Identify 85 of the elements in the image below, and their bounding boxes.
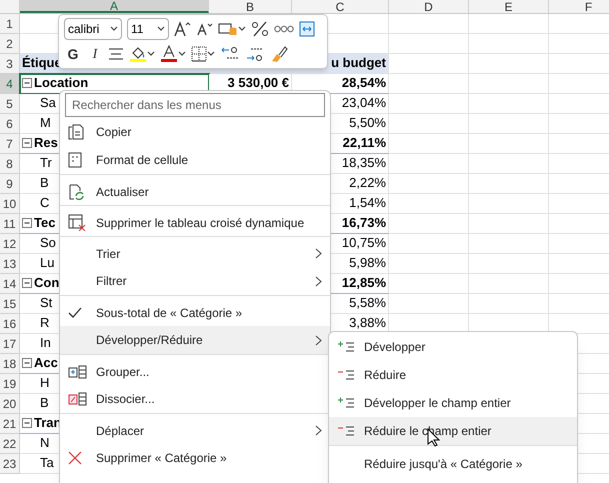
submenu-item[interactable]: Développer le champ entier [329, 389, 577, 417]
cell-text: Res [34, 135, 58, 150]
delete-table-icon [68, 214, 86, 231]
shrink-font-icon[interactable] [197, 22, 213, 36]
collapse-icon[interactable] [22, 358, 32, 368]
row-header[interactable]: 23 [0, 454, 20, 474]
row-header[interactable]: 1 [0, 14, 20, 34]
chevron-right-icon [315, 425, 322, 436]
caret-icon[interactable] [238, 26, 246, 32]
chevron-right-icon [315, 248, 322, 259]
font-dropdown[interactable]: calibri [64, 18, 122, 40]
caret-icon[interactable] [207, 51, 215, 57]
menu-item[interactable]: Actualiser [60, 174, 330, 205]
caret-icon[interactable] [178, 51, 186, 57]
cell-styles-icon[interactable] [218, 22, 238, 36]
column-header[interactable]: A [20, 0, 209, 13]
row-header[interactable]: 12 [0, 234, 20, 254]
row-header[interactable]: 8 [0, 154, 20, 174]
cell-text: Location [34, 75, 88, 90]
font-size-dropdown[interactable]: 11 [127, 18, 169, 40]
thousands-separator-icon[interactable] [274, 24, 294, 34]
collapse-icon[interactable] [22, 278, 32, 288]
font-color-icon[interactable] [160, 45, 178, 63]
caret-icon[interactable] [157, 26, 165, 32]
chevron-right-icon [315, 276, 322, 286]
row-header[interactable]: 4 [0, 74, 20, 94]
submenu-item[interactable]: Réduire jusqu'à « Catégorie » [329, 445, 577, 477]
cell-text: Acc [34, 355, 58, 370]
group-icon [68, 364, 88, 378]
collapse-icon[interactable] [22, 138, 32, 148]
borders-icon[interactable] [191, 46, 207, 62]
row-header[interactable]: 17 [0, 334, 20, 354]
expand-outline-icon [337, 397, 355, 409]
submenu-item[interactable]: Développer [329, 333, 577, 361]
row-header[interactable]: 14 [0, 274, 20, 294]
row-header[interactable]: 15 [0, 294, 20, 314]
increase-decimal-icon[interactable] [245, 46, 265, 62]
menu-item[interactable]: Développer/Réduire [60, 326, 330, 354]
row-header[interactable]: 19 [0, 374, 20, 394]
collapse-icon[interactable] [22, 218, 32, 228]
caret-icon[interactable] [147, 51, 155, 57]
row-header[interactable]: 5 [0, 94, 20, 114]
grow-font-icon[interactable] [174, 21, 192, 37]
row-header[interactable]: 9 [0, 174, 20, 194]
row-header[interactable]: 2 [0, 34, 20, 54]
fill-color-icon[interactable] [129, 45, 147, 63]
cell-text: Tec [34, 215, 56, 230]
row-header[interactable]: 11 [0, 214, 20, 234]
column-header[interactable]: D [389, 0, 469, 13]
column-header[interactable]: E [469, 0, 549, 13]
expand-outline-icon [337, 341, 355, 353]
format-painter-icon[interactable] [270, 45, 288, 63]
chevron-right-icon [315, 334, 322, 346]
row-header[interactable]: 10 [0, 194, 20, 214]
menu-item[interactable]: Trier [60, 236, 330, 267]
column-header[interactable]: B [209, 0, 292, 13]
row-header[interactable]: 13 [0, 254, 20, 274]
row-header[interactable]: 6 [0, 114, 20, 134]
row-header[interactable]: 21 [0, 414, 20, 434]
collapse-icon[interactable] [22, 78, 32, 88]
submenu-item[interactable]: Réduire [329, 361, 577, 389]
collapse-outline-icon [337, 369, 355, 381]
row-header[interactable]: 3 [0, 54, 20, 74]
menu-item[interactable]: Supprimer le tableau croisé dynamique [60, 205, 330, 236]
row-header[interactable]: 18 [0, 354, 20, 374]
row-header[interactable]: 7 [0, 134, 20, 154]
row-header[interactable]: 20 [0, 394, 20, 414]
row-header[interactable]: 22 [0, 434, 20, 454]
search-field[interactable]: Rechercher dans les menus [65, 93, 325, 117]
column-header[interactable]: F [549, 0, 609, 13]
collapse-icon[interactable] [22, 418, 32, 428]
close-icon [68, 451, 82, 465]
row-header[interactable]: 16 [0, 314, 20, 334]
ungroup-icon [68, 392, 88, 406]
percent-icon[interactable] [251, 21, 269, 37]
cell-text: Con [34, 275, 60, 290]
align-center-icon[interactable] [108, 47, 124, 61]
checkmark-icon [68, 306, 82, 318]
collapse-outline-icon [337, 425, 355, 437]
format-cells-icon [68, 152, 82, 168]
copy-icon [68, 124, 84, 140]
caret-icon[interactable] [110, 26, 118, 32]
column-header[interactable]: C [292, 0, 389, 13]
merge-center-icon[interactable] [299, 21, 315, 37]
refresh-icon [68, 184, 84, 200]
